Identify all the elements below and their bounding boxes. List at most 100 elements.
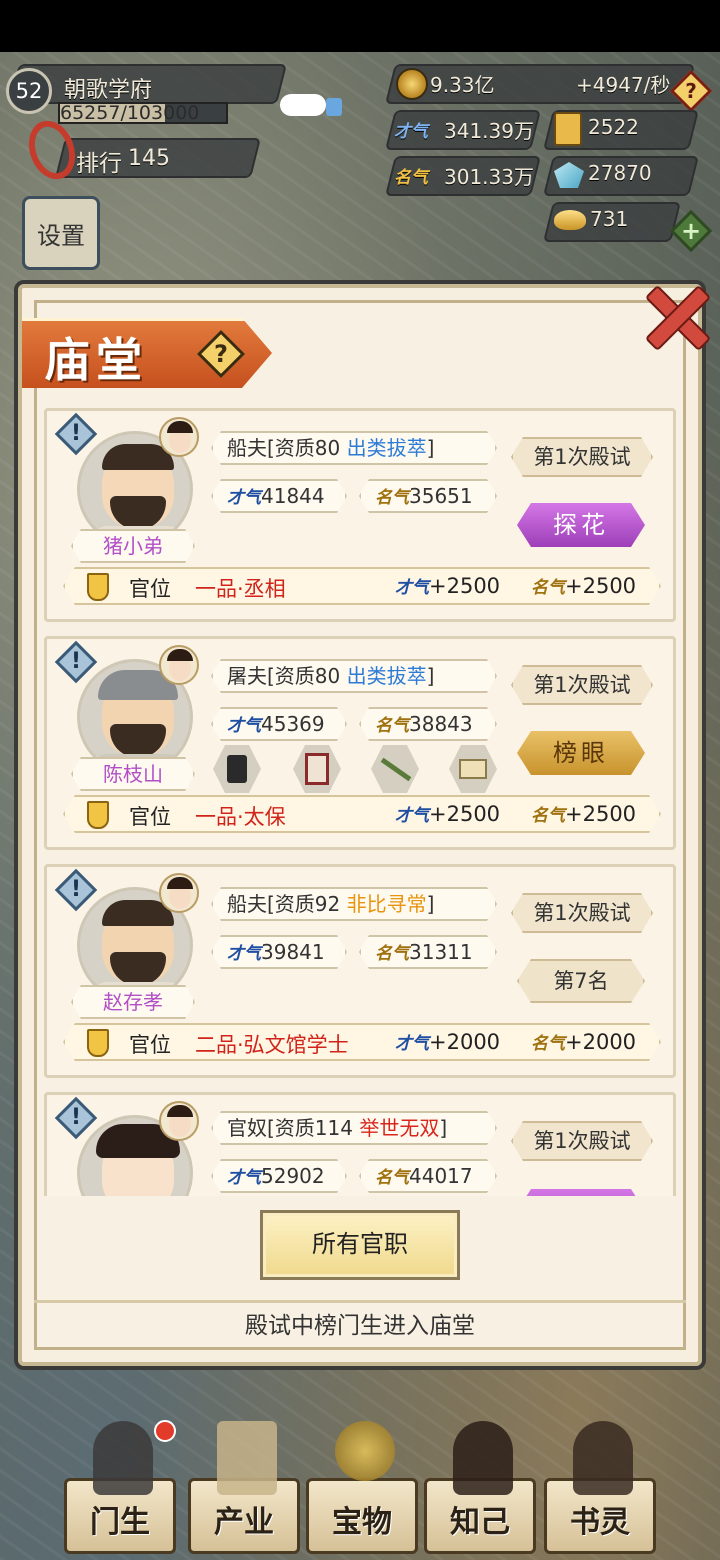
exam-button[interactable]: 第1次殿试 [511,437,653,477]
partner-avatar [159,1101,199,1141]
level-badge: 52 [6,68,52,114]
office-title: 一品·太保 [195,805,286,829]
fame-icon: 名气 [375,488,409,508]
brush-icon[interactable] [371,745,419,793]
bracket-close: ] [426,892,435,916]
official-card[interactable]: ! 猪小弟 船夫[资质80 出类拔萃] 才气41844 名气35651 第1次殿… [44,408,676,622]
exam-button[interactable]: 第1次殿试 [511,1121,653,1161]
student-name: 猪小弟 [71,529,195,563]
alert-icon[interactable]: ! [54,640,98,684]
exam-button[interactable]: 第1次殿试 [511,893,653,933]
box-icon[interactable] [449,745,497,793]
talent-value: 45369 [261,712,325,736]
partner-avatar [159,645,199,685]
official-card[interactable]: ! 赵存孝 船夫[资质92 非比寻常] 才气39841 名气31311 第1次殿… [44,864,676,1078]
talent-value: 41844 [261,484,325,508]
gold-ingot-icon [554,210,586,230]
profession-text: 屠夫[资质80 [227,664,341,688]
aptitude-grade: 举世无双 [359,1116,440,1140]
ticket-value: 2522 [588,115,639,139]
panel-footer-note: 殿试中榜门生进入庙堂 [34,1300,686,1346]
fame-icon: 名气 [531,1034,565,1054]
aptitude-grade: 出类拔萃 [346,664,427,688]
tab-book-spirit[interactable]: 书灵 [544,1421,656,1554]
alert-icon[interactable]: ! [54,412,98,456]
alert-icon[interactable]: ! [54,1096,98,1140]
alert-icon[interactable]: ! [54,868,98,912]
talent-bonus-value: +2000 [429,1030,501,1054]
notice-cloud[interactable] [280,94,326,116]
notification-dot [154,1420,176,1442]
talent-stat: 才气41844 [211,479,347,513]
aptitude-grade: 出类拔萃 [346,436,427,460]
fame-bonus: 名气+2500 [531,573,636,598]
talent-stat: 才气39841 [211,935,347,969]
partner-avatar [159,873,199,913]
exam-button[interactable]: 第1次殿试 [511,665,653,705]
ingot-value: 731 [590,207,629,231]
money-rate: +4947/秒 [576,73,671,97]
level-value: 52 [15,79,43,103]
fame-value: 38843 [409,712,473,736]
confidant-figure-icon [453,1421,513,1495]
official-list[interactable]: ! 猪小弟 船夫[资质80 出类拔萃] 才气41844 名气35651 第1次殿… [44,404,676,1196]
official-tablet-icon [87,801,109,829]
official-card[interactable]: ! 官奴[资质114 举世无双] 才气52902 名气44017 第1次殿试 [44,1092,676,1196]
talent-icon: 才气 [395,578,429,598]
talent-icon: 才气 [394,122,428,142]
tab-disciples[interactable]: 门生 [64,1421,176,1554]
office-label: 官位 [129,577,171,601]
office-title: 一品·丞相 [195,577,286,601]
fame-icon: 名气 [375,1168,409,1188]
fame-icon: 名气 [375,716,409,736]
bracket-close: ] [426,664,435,688]
talent-icon: 才气 [227,1168,261,1188]
tab-confidant[interactable]: 知己 [424,1421,536,1554]
talent-bonus-value: +2500 [429,574,501,598]
fame-value: 35651 [409,484,473,508]
panel-title: 庙堂 [44,333,148,387]
talent-value: 39841 [261,940,325,964]
profession-label: 官奴[资质114 举世无双] [211,1111,497,1145]
talent-icon: 才气 [395,806,429,826]
scroll-frame-icon[interactable] [293,745,341,793]
exam-rank-badge: 第7名 [517,959,645,1003]
partner-avatar [159,417,199,457]
office-title: 二品·弘文馆学士 [195,1033,349,1057]
tab-label: 宝物 [332,1505,392,1540]
student-name: 赵存孝 [71,985,195,1019]
fame-value: 301.33万 [444,165,534,189]
official-tablet-icon [87,573,109,601]
book-spirit-figure-icon [573,1421,633,1495]
bracket-close: ] [426,436,435,460]
school-progress-text: 65257/103000 [60,102,200,124]
fame-bonus-value: +2000 [565,1030,637,1054]
bracket-close: ] [439,1116,448,1140]
official-tablet-icon [87,1029,109,1057]
office-bar: 官位 一品·丞相 才气+2500 名气+2500 [63,567,661,605]
talent-icon: 才气 [227,944,261,964]
official-card[interactable]: ! 陈枝山 屠夫[资质80 出类拔萃] 才气45369 名气38843 第1次殿… [44,636,676,850]
inkstone-icon[interactable] [213,745,261,793]
fame-stat: 名气31311 [359,935,497,969]
tab-treasure[interactable]: 宝物 [306,1421,418,1554]
profession-text: 船夫[资质80 [227,436,341,460]
exam-rank-badge: 榜眼 [517,731,645,775]
fame-stat: 名气35651 [359,479,497,513]
settings-button[interactable]: 设置 [22,196,100,270]
profession-text: 船夫[资质92 [227,892,341,916]
all-positions-button[interactable]: 所有官职 [260,1210,460,1280]
tab-property[interactable]: 产业 [188,1421,300,1554]
talent-stat: 才气52902 [211,1159,347,1193]
office-bar: 官位 二品·弘文馆学士 才气+2000 名气+2000 [63,1023,661,1061]
talent-value: 52902 [261,1164,325,1188]
tab-label: 书灵 [570,1505,630,1540]
fame-icon: 名气 [375,944,409,964]
close-icon[interactable] [634,276,714,356]
fame-stat: 名气38843 [359,707,497,741]
gem-value: 27870 [588,161,652,185]
profession-label: 屠夫[资质80 出类拔萃] [211,659,497,693]
exam-rank-badge [517,1189,645,1196]
bottom-nav: 门生 产业 宝物 知己 书灵 [0,1410,720,1560]
talent-value: 341.39万 [444,119,534,143]
